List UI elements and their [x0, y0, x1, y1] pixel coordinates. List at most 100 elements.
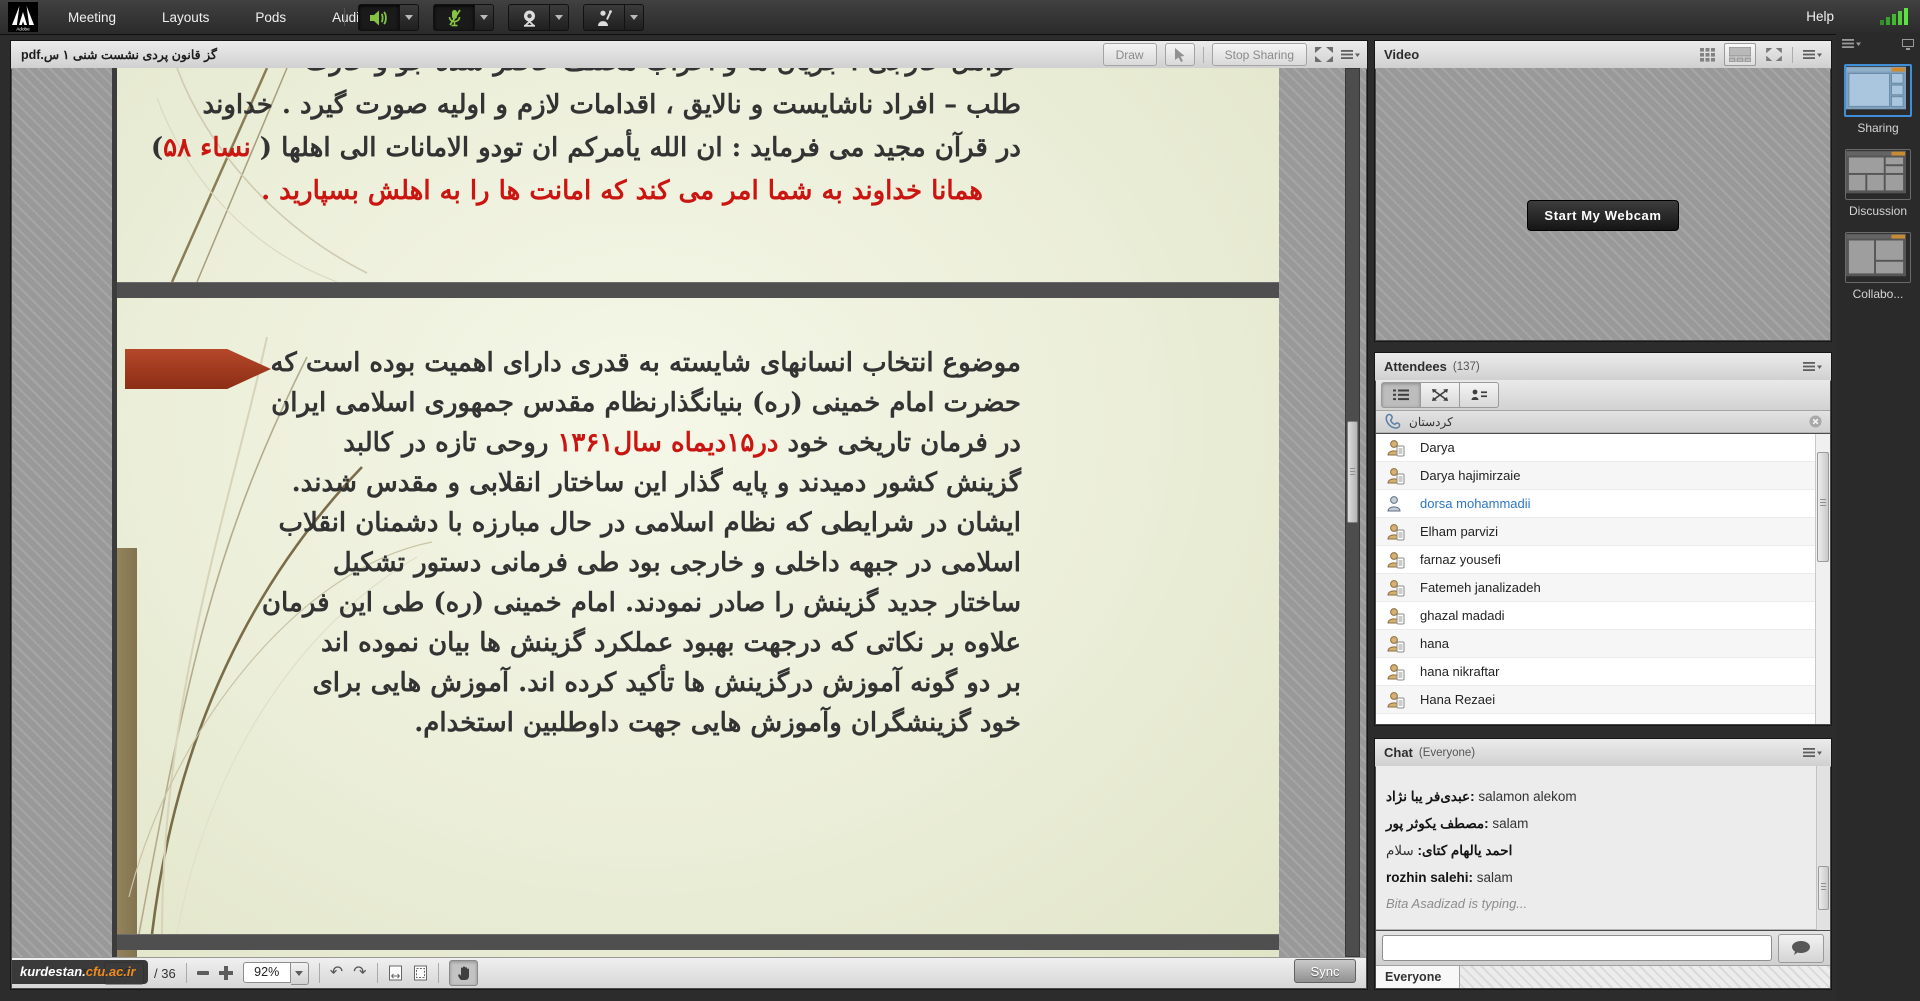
chat-message: عبدی‌فر یبا نژاد: salamon alekom — [1386, 789, 1577, 804]
attendees-pod-title: Attendees — [1384, 359, 1447, 374]
chat-scope: (Everyone) — [1418, 746, 1476, 759]
microphone-button[interactable] — [433, 4, 474, 31]
pdf-page: عوامل خارجی ، جریان ها و احزاب مختلف حاض… — [112, 68, 1279, 957]
panel-dock-icon[interactable] — [1902, 38, 1914, 50]
attendees-scrollbar[interactable] — [1815, 434, 1830, 724]
send-chat-button[interactable] — [1778, 933, 1824, 963]
chat-tab-bar: Everyone — [1376, 965, 1830, 988]
attendee-list-view-button[interactable] — [1381, 382, 1421, 408]
grid-view-icon[interactable] — [1700, 47, 1718, 62]
webcam-button[interactable] — [508, 4, 549, 31]
layouts-strip: Sharing Discussion Collabo... — [1836, 34, 1920, 1001]
chevron-down-icon — [480, 15, 488, 20]
raise-hand-button[interactable] — [583, 4, 624, 31]
attendee-row[interactable]: dorsa mohammadii — [1376, 490, 1830, 518]
attendee-icon — [1387, 439, 1405, 456]
layout-thumb-collaboration[interactable] — [1845, 232, 1911, 283]
chat-scrollbar[interactable] — [1816, 766, 1830, 930]
attendees-pod-menu-button[interactable] — [1803, 361, 1823, 373]
attendees-pod-titlebar: Attendees (137) — [1375, 353, 1831, 381]
zoom-in-button[interactable] — [218, 966, 233, 980]
help-link[interactable]: Help — [1806, 9, 1834, 24]
scrollbar-grip — [1350, 468, 1355, 476]
fullscreen-icon[interactable] — [1766, 48, 1782, 61]
layout-thumbnail — [1846, 150, 1906, 194]
pan-tool-button[interactable] — [448, 960, 478, 986]
attendee-row[interactable]: hana — [1376, 630, 1830, 658]
webcam-dropdown-button[interactable] — [549, 4, 569, 31]
zoom-out-button[interactable] — [196, 971, 209, 975]
attendee-name: Darya — [1420, 440, 1455, 455]
attendee-row[interactable]: Hana Rezaei — [1376, 686, 1830, 714]
watermark-domain-suffix: cfu.ac.ir — [85, 964, 136, 979]
status-dropdown-button[interactable] — [624, 4, 644, 31]
attendee-row[interactable]: Darya hajimirzaie — [1376, 462, 1830, 490]
menu-pods[interactable]: Pods — [249, 6, 292, 29]
zoom-level-value[interactable]: 92% — [242, 961, 291, 983]
phone-badge-icon — [1396, 697, 1405, 708]
menu-meeting[interactable]: Meeting — [62, 6, 122, 29]
attendee-group-row[interactable]: کردستان — [1376, 411, 1830, 433]
phone-badge-icon — [1396, 445, 1405, 456]
layouts-strip-bar — [1836, 34, 1920, 54]
rotate-left-button[interactable]: ↶ — [330, 965, 343, 981]
list-view-icon — [1393, 389, 1409, 401]
layout-thumb-discussion[interactable] — [1845, 149, 1911, 200]
scrollbar-handle[interactable] — [1818, 866, 1829, 910]
pod-menu-icon[interactable] — [1803, 49, 1823, 61]
layout-label-collaboration[interactable]: Collabo... — [1836, 287, 1920, 301]
attendee-row[interactable]: Elham parvizi — [1376, 518, 1830, 546]
scrollbar-handle[interactable] — [1347, 421, 1358, 523]
layout-thumb-sharing[interactable] — [1844, 64, 1912, 117]
stop-sharing-button[interactable]: Stop Sharing — [1211, 43, 1307, 66]
document-scrollbar[interactable] — [1345, 68, 1360, 957]
scrollbar-handle[interactable] — [1817, 452, 1829, 562]
pointer-button[interactable] — [1164, 43, 1195, 66]
microphone-control — [433, 4, 494, 31]
attendee-row[interactable]: Darya — [1376, 434, 1830, 462]
attendee-name: hana — [1420, 636, 1449, 651]
layout-label-sharing[interactable]: Sharing — [1836, 121, 1920, 135]
chat-message: احمد یالهام کتای: سلام — [1386, 843, 1513, 858]
share-pod-controls: Draw Stop Sharing — [1102, 43, 1361, 66]
scrollbar-grip — [1820, 499, 1826, 507]
slide-border-bar — [117, 282, 1279, 298]
layout-label-discussion[interactable]: Discussion — [1836, 204, 1920, 218]
chat-message-input[interactable] — [1382, 935, 1772, 961]
chat-pod-menu-button[interactable] — [1803, 747, 1823, 759]
chat-message: مصطف یکوثر پور: salam — [1386, 816, 1529, 831]
phone-badge-icon — [1396, 529, 1405, 540]
fit-page-button[interactable] — [413, 965, 428, 981]
start-webcam-button[interactable]: Start My Webcam — [1527, 200, 1679, 231]
zoom-dropdown-button[interactable] — [290, 961, 309, 985]
slide-text-line: طلب – افراد ناشایست و نالایق ، اقدامات ل… — [202, 90, 1021, 120]
attendee-row[interactable]: ghazal madadi — [1376, 602, 1830, 630]
sync-button[interactable]: Sync — [1294, 959, 1356, 983]
microphone-dropdown-button[interactable] — [474, 4, 494, 31]
close-group-icon[interactable] — [1809, 415, 1822, 428]
filmstrip-view-button[interactable] — [1724, 43, 1756, 66]
share-pod-menu-button[interactable] — [1341, 49, 1361, 61]
slide-text-line: بر دو گونه آموزش درگزینش ها تأکید کرده ا… — [312, 668, 1021, 698]
attendee-row[interactable]: Fatemeh janalizadeh — [1376, 574, 1830, 602]
menu-layouts[interactable]: Layouts — [156, 6, 215, 29]
attendee-row[interactable]: hana nikraftar — [1376, 658, 1830, 686]
draw-button[interactable]: Draw — [1102, 43, 1157, 66]
tab-everyone[interactable]: Everyone — [1376, 966, 1460, 988]
attendee-row[interactable]: farnaz yousefi — [1376, 546, 1830, 574]
speaker-button[interactable] — [358, 4, 399, 31]
connection-signal-icon[interactable] — [1880, 8, 1910, 25]
fit-width-button[interactable] — [388, 965, 403, 981]
chevron-down-icon — [630, 15, 638, 20]
attendee-icon — [1387, 523, 1405, 540]
phone-badge-icon — [1396, 669, 1405, 680]
speaker-dropdown-button[interactable] — [399, 4, 419, 31]
attendee-status-view-button[interactable] — [1460, 382, 1499, 408]
breakout-view-button[interactable] — [1421, 382, 1460, 408]
phone-badge-icon — [1396, 641, 1405, 652]
layouts-menu-icon[interactable] — [1842, 38, 1862, 50]
chat-message-list: عبدی‌فر یبا نژاد: salamon alekom مصطف یکو… — [1376, 766, 1830, 930]
attendee-name: dorsa mohammadii — [1420, 496, 1531, 511]
rotate-right-button[interactable]: ↷ — [353, 965, 366, 981]
fullscreen-icon[interactable] — [1315, 47, 1333, 62]
